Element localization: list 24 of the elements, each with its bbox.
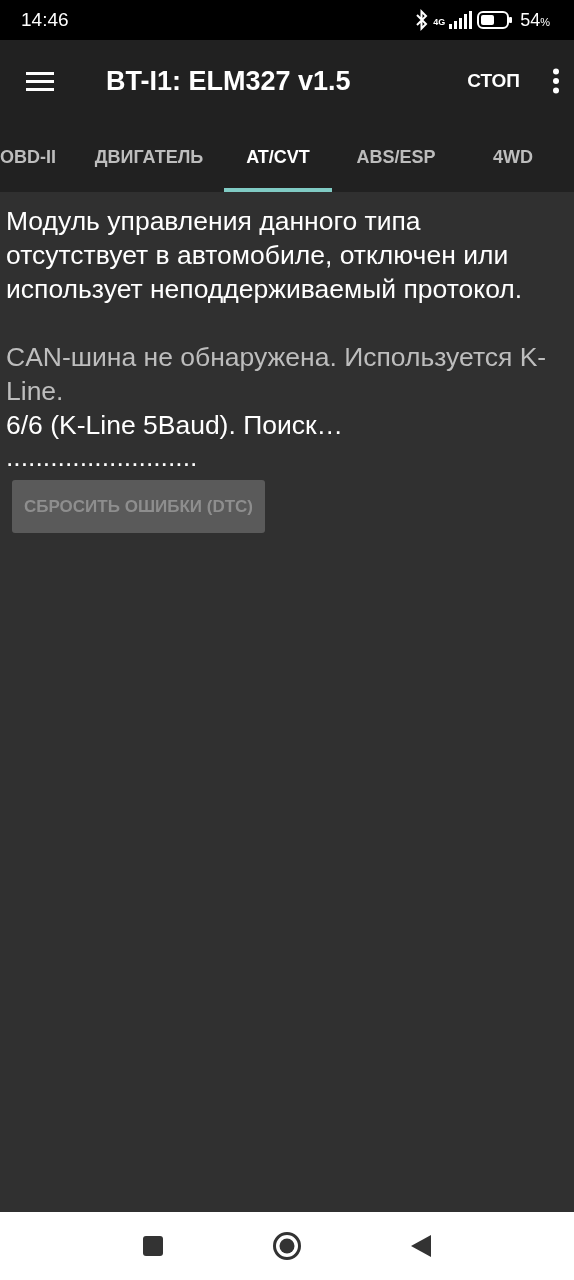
recents-icon[interactable] [142, 1235, 164, 1257]
tab[interactable]: ДВИГАТЕЛЬ [74, 122, 224, 192]
network-type: 4G [433, 17, 446, 27]
log-message: 6/6 (K-Line 5Baud). Поиск… [6, 409, 344, 442]
clock: 14:46 [21, 9, 69, 31]
bluetooth-icon [415, 9, 430, 31]
battery-icon [477, 11, 514, 29]
menu-icon [26, 71, 54, 91]
signal-icon [449, 11, 474, 29]
app-title: BT-I1: ELM327 v1.5 [106, 65, 352, 97]
tab[interactable]: 4WD [460, 122, 566, 192]
menu-button[interactable] [26, 71, 54, 91]
tab[interactable]: AT/CVT [224, 122, 332, 192]
log-info: CAN-шина не обнаружена. Используется K-Line. [6, 341, 548, 408]
stop-button[interactable]: СТОП [463, 64, 524, 98]
home-icon[interactable] [272, 1231, 302, 1261]
log-message: Модуль управления данного типа отсутствует в автомобиле, отключен или использует неподдерживаемый протокол. [6, 205, 524, 306]
battery-percent: 54% [520, 9, 550, 31]
more-icon [552, 68, 560, 94]
progress-dots: .......................... [6, 442, 198, 472]
tab[interactable]: OBD-II [0, 122, 74, 192]
more-button[interactable] [552, 68, 560, 94]
tab[interactable]: ABS/ESP [332, 122, 460, 192]
back-icon[interactable] [410, 1234, 432, 1258]
